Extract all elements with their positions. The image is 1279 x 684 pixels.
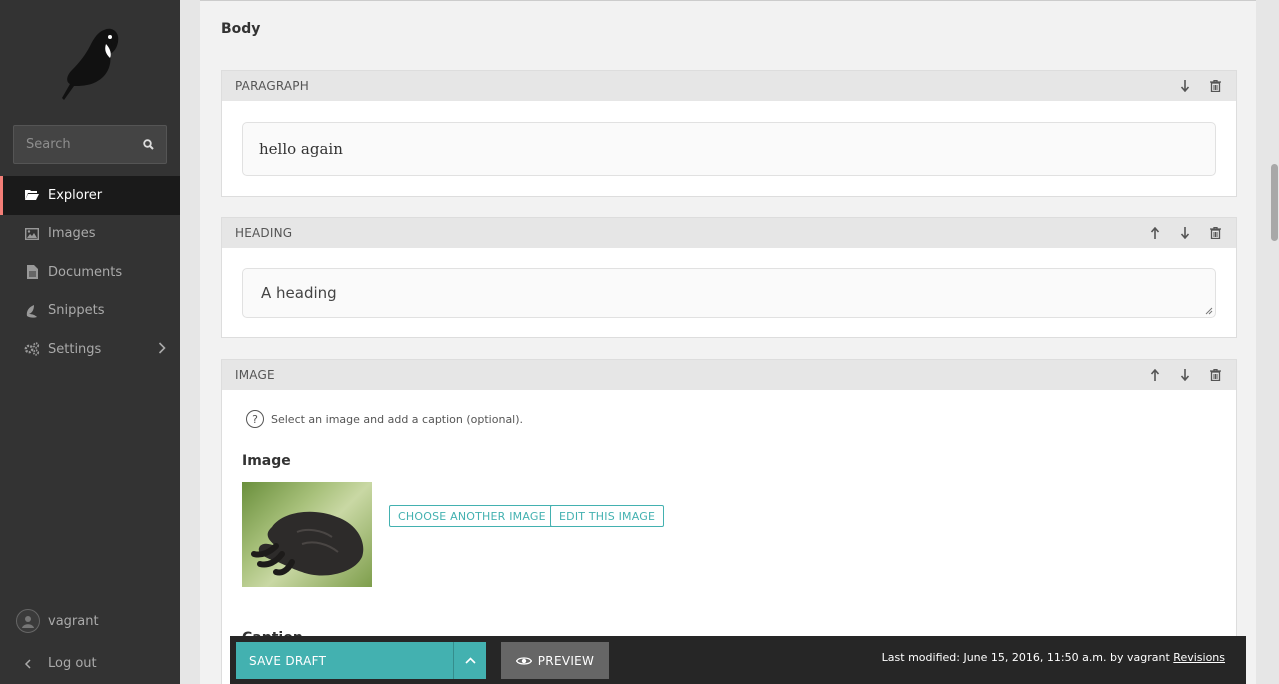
move-down-icon[interactable] [1170, 360, 1200, 390]
block-actions [1140, 360, 1230, 390]
block-actions [1170, 71, 1230, 101]
chevron-up-icon [464, 657, 476, 664]
main-area: Body PARAGRAPH hello again HEADING A hea… [180, 0, 1279, 684]
sidebar: Explorer Images Documents Snippets [0, 0, 180, 684]
sidebar-item-settings[interactable]: Settings [0, 330, 180, 369]
choose-another-image-button[interactable]: CHOOSE ANOTHER IMAGE [389, 505, 555, 527]
last-modified-text: Last modified: June 15, 2016, 11:50 a.m.… [881, 651, 1170, 664]
sidebar-item-documents[interactable]: Documents [0, 253, 180, 292]
cogs-icon [24, 341, 40, 357]
image-thumbnail [242, 482, 372, 587]
account-menu[interactable]: vagrant [16, 609, 99, 633]
body-field-label: Body [221, 21, 261, 37]
scrollbar-thumb[interactable] [1271, 164, 1278, 241]
folder-open-icon [24, 187, 40, 203]
revisions-link[interactable]: Revisions [1173, 651, 1225, 664]
edit-image-button[interactable]: EDIT THIS IMAGE [550, 505, 665, 527]
save-draft-group: SAVE DRAFT [236, 642, 486, 679]
block-header: PARAGRAPH [222, 71, 1236, 101]
avatar [16, 609, 40, 633]
block-type-label: PARAGRAPH [235, 79, 309, 93]
sidebar-item-label: Explorer [48, 187, 103, 203]
move-up-icon[interactable] [1140, 218, 1170, 248]
search-icon[interactable] [130, 126, 166, 163]
resize-handle-icon[interactable] [1205, 307, 1213, 315]
preview-label: PREVIEW [537, 653, 595, 668]
sidebar-item-images[interactable]: Images [0, 215, 180, 254]
sidebar-item-label: Settings [48, 341, 102, 357]
image-icon [24, 226, 40, 242]
last-modified-info: Last modified: June 15, 2016, 11:50 a.m.… [882, 651, 1225, 664]
block-header: HEADING [222, 218, 1236, 248]
main-nav: Explorer Images Documents Snippets Setti… [0, 176, 180, 369]
search-input[interactable] [14, 126, 138, 163]
delete-icon[interactable] [1200, 71, 1230, 101]
help-label: Select an image and add a caption (optio… [271, 412, 524, 426]
logout-label: Log out [48, 656, 97, 671]
sidebar-item-label: Snippets [48, 303, 105, 319]
block-type-label: HEADING [235, 226, 293, 240]
block-type-label: IMAGE [235, 368, 275, 382]
sidebar-item-label: Documents [48, 264, 123, 280]
more-actions-toggle[interactable] [453, 642, 486, 679]
snippet-icon [24, 303, 40, 319]
image-field-label: Image [242, 453, 291, 469]
username: vagrant [48, 613, 99, 629]
editor-panel: Body PARAGRAPH hello again HEADING A hea… [200, 0, 1256, 684]
paragraph-input[interactable]: hello again [242, 122, 1216, 176]
heading-text: A heading [261, 284, 337, 302]
heading-block: HEADING A heading [221, 217, 1237, 338]
sidebar-item-snippets[interactable]: Snippets [0, 292, 180, 331]
block-header: IMAGE [222, 360, 1236, 390]
block-actions [1140, 218, 1230, 248]
delete-icon[interactable] [1200, 218, 1230, 248]
help-icon: ? [246, 410, 264, 428]
sidebar-item-explorer[interactable]: Explorer [0, 176, 180, 215]
move-down-icon[interactable] [1170, 218, 1200, 248]
doc-icon [24, 264, 40, 280]
footer-action-bar: SAVE DRAFT PREVIEW Last modified: June 1… [230, 636, 1246, 684]
chevron-left-icon [24, 658, 40, 669]
help-text: ? Select an image and add a caption (opt… [246, 410, 523, 428]
paragraph-text: hello again [259, 140, 343, 158]
move-up-icon[interactable] [1140, 360, 1170, 390]
heading-input[interactable]: A heading [242, 268, 1216, 318]
save-draft-button[interactable]: SAVE DRAFT [236, 642, 453, 679]
scrollbar[interactable] [1269, 0, 1279, 684]
search-box [13, 125, 167, 164]
sidebar-item-label: Images [48, 226, 96, 242]
logout-link[interactable]: Log out [24, 656, 97, 671]
wagtail-logo-icon[interactable] [56, 24, 122, 102]
preview-button[interactable]: PREVIEW [501, 642, 609, 679]
paragraph-block: PARAGRAPH hello again [221, 70, 1237, 197]
delete-icon[interactable] [1200, 360, 1230, 390]
eye-icon [515, 656, 532, 666]
move-down-icon[interactable] [1170, 71, 1200, 101]
chevron-right-icon [158, 342, 166, 358]
